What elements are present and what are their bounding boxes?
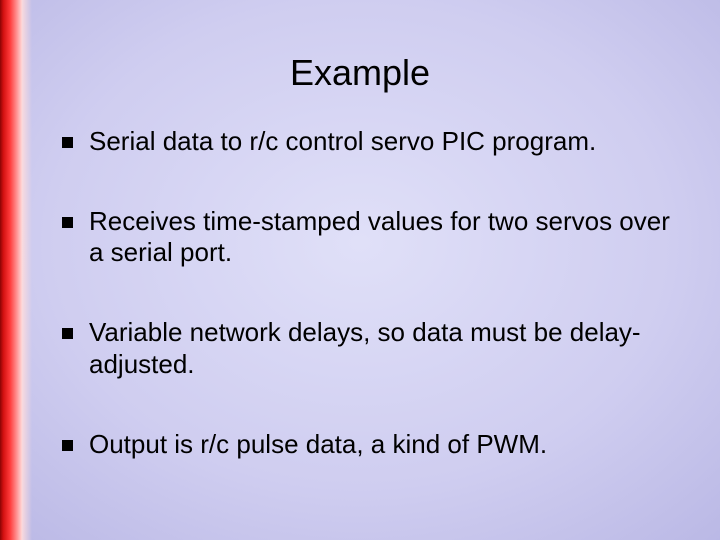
slide-body: Serial data to r/c control servo PIC pro… [62,126,680,460]
bullet-text: Receives time-stamped values for two ser… [89,206,680,269]
square-bullet-icon [62,328,73,339]
bullet-text: Output is r/c pulse data, a kind of PWM. [89,429,680,461]
square-bullet-icon [62,217,73,228]
bullet-text: Serial data to r/c control servo PIC pro… [89,126,680,158]
square-bullet-icon [62,137,73,148]
bullet-item: Receives time-stamped values for two ser… [62,206,680,269]
bullet-item: Output is r/c pulse data, a kind of PWM. [62,429,680,461]
slide: Example Serial data to r/c control servo… [0,0,720,540]
square-bullet-icon [62,440,73,451]
bullet-item: Serial data to r/c control servo PIC pro… [62,126,680,158]
slide-title: Example [0,52,720,94]
bullet-item: Variable network delays, so data must be… [62,317,680,380]
bullet-text: Variable network delays, so data must be… [89,317,680,380]
